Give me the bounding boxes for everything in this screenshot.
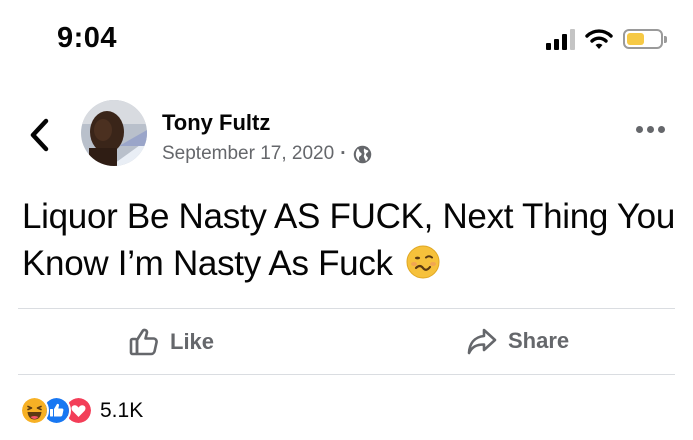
share-label: Share bbox=[508, 328, 570, 353]
battery-nub bbox=[664, 36, 667, 43]
like-label: Like bbox=[170, 329, 215, 354]
status-bar: 9:04 bbox=[0, 0, 693, 80]
battery-level-fill bbox=[627, 33, 645, 45]
reactions-summary[interactable]: 5.1K bbox=[20, 396, 143, 425]
divider-top bbox=[18, 308, 675, 309]
reaction-count: 5.1K bbox=[100, 398, 144, 422]
post-meta: September 17, 2020 · bbox=[162, 143, 372, 165]
share-button[interactable]: Share bbox=[466, 326, 569, 356]
avatar-image bbox=[81, 100, 147, 166]
post-body: Liquor Be Nasty AS FUCK, Next Thing You … bbox=[22, 193, 682, 287]
divider-bottom bbox=[18, 374, 675, 375]
author-name[interactable]: Tony Fultz bbox=[162, 110, 270, 136]
meta-separator: · bbox=[340, 143, 347, 164]
status-time: 9:04 bbox=[57, 22, 118, 54]
back-chevron-icon[interactable] bbox=[26, 117, 52, 153]
post-text: Liquor Be Nasty AS FUCK, Next Thing You … bbox=[22, 197, 676, 283]
like-button[interactable]: Like bbox=[128, 326, 214, 358]
share-arrow-icon bbox=[467, 328, 497, 355]
thumbs-up-icon bbox=[129, 328, 158, 356]
wifi-icon bbox=[585, 29, 613, 49]
system-icons bbox=[546, 28, 667, 50]
more-options-icon[interactable] bbox=[636, 126, 665, 133]
author-avatar[interactable] bbox=[81, 100, 147, 166]
globe-icon bbox=[353, 145, 371, 163]
woozy-face-icon bbox=[406, 245, 440, 279]
battery-icon bbox=[623, 29, 667, 49]
signal-icon bbox=[546, 28, 575, 50]
haha-icon bbox=[20, 396, 49, 425]
post-date[interactable]: September 17, 2020 bbox=[162, 143, 334, 165]
